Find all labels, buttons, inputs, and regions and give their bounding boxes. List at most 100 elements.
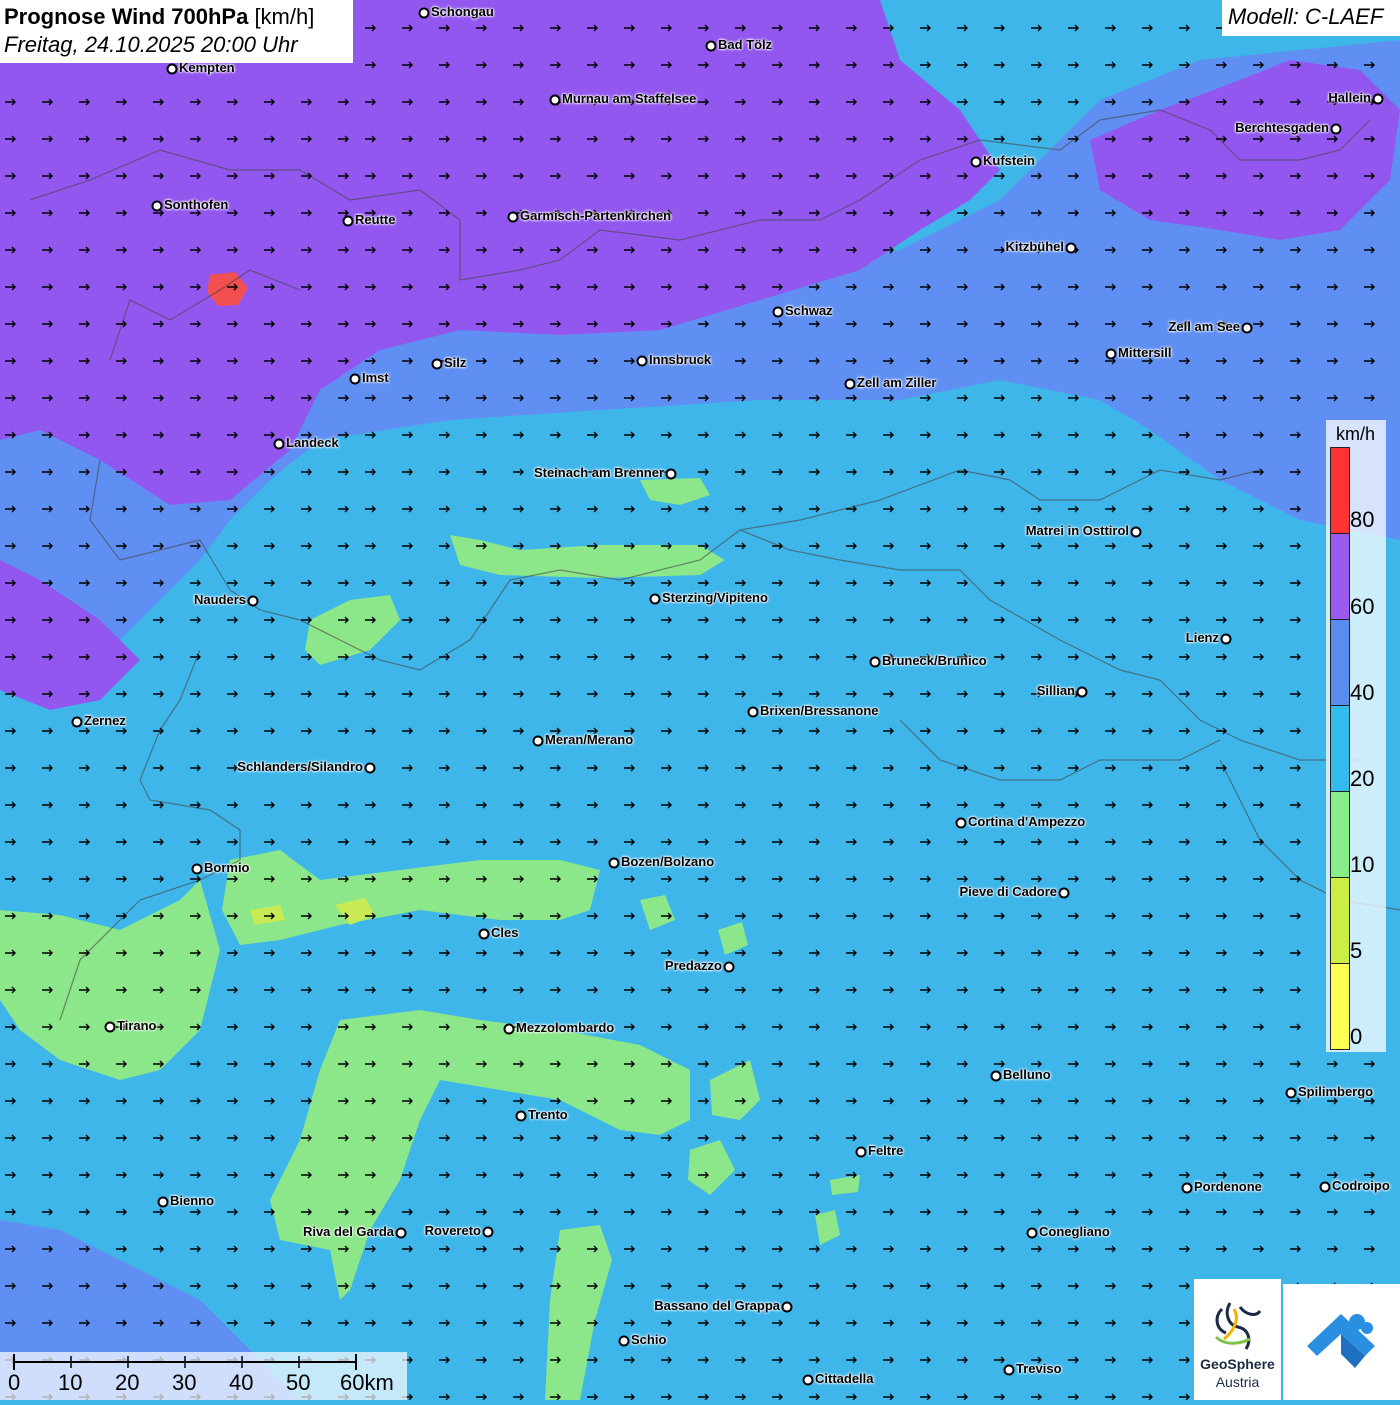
city-marker [395, 1227, 407, 1239]
city-label: Bormio [204, 860, 250, 875]
city-marker [636, 355, 648, 367]
legend-tick-label: 40 [1350, 680, 1375, 705]
legend-tick-label: 5 [1350, 938, 1363, 963]
city-label: Bassano del Grappa [654, 1298, 780, 1313]
city-label: Kufstein [983, 153, 1035, 168]
city-label: Innsbruck [649, 352, 712, 367]
legend-tick-label: 80 [1350, 507, 1375, 532]
city-label: Zell am Ziller [857, 375, 937, 390]
city-label: Cles [491, 925, 519, 940]
city-marker [532, 735, 544, 747]
app-logo [1283, 1284, 1400, 1400]
legend-color-segment [1330, 447, 1350, 534]
city-label: Landeck [286, 435, 339, 450]
city-marker [1372, 93, 1384, 105]
city-label: Belluno [1003, 1067, 1051, 1082]
city-marker [990, 1070, 1002, 1082]
city-marker [342, 215, 354, 227]
city-marker [431, 358, 443, 370]
city-label: Conegliano [1039, 1224, 1110, 1239]
city-marker [618, 1335, 630, 1347]
city-marker [844, 378, 856, 390]
title-main: Prognose Wind 700hPa [4, 4, 249, 29]
city-label: Schwaz [785, 303, 833, 318]
city-label: Sterzing/Vipiteno [662, 590, 768, 605]
city-label: Spilimbergo [1298, 1084, 1374, 1099]
city-marker [1220, 633, 1232, 645]
city-label: Bad Tölz [718, 37, 773, 52]
legend-unit: km/h [1336, 424, 1376, 444]
legend-color-segment [1330, 963, 1350, 1050]
city-marker [1285, 1087, 1297, 1099]
city-marker [1076, 686, 1088, 698]
scale-bar-label: 30 [172, 1370, 197, 1395]
city-marker [507, 211, 519, 223]
city-label: Schlanders/Silandro [237, 759, 363, 774]
city-marker [665, 468, 677, 480]
city-marker [1065, 242, 1077, 254]
city-label: Sonthofen [164, 197, 229, 212]
legend-color-segment [1330, 705, 1350, 792]
city-marker [478, 928, 490, 940]
legend-color-segment [1330, 619, 1350, 706]
city-label: Murnau am Staffelsee [562, 91, 697, 106]
city-marker [364, 762, 376, 774]
city-label: Mezzolombardo [516, 1020, 615, 1035]
city-label: Tirano [117, 1018, 157, 1033]
city-label: Zernez [84, 713, 126, 728]
city-marker [1330, 123, 1342, 135]
city-marker [970, 156, 982, 168]
scale-bar-label: 50 [286, 1370, 311, 1395]
model-label: Modell: C-LAEF [1222, 0, 1400, 36]
geosphere-sub: Austria [1215, 1374, 1260, 1390]
city-marker [802, 1374, 814, 1386]
scale-bar-label: 40 [229, 1370, 254, 1395]
legend-tick-label: 0 [1350, 1024, 1363, 1049]
city-marker [747, 706, 759, 718]
city-label: Feltre [868, 1143, 904, 1158]
city-label: Garmisch-Partenkirchen [520, 208, 672, 223]
city-label: Nauders [193, 592, 246, 607]
legend-tick-label: 10 [1350, 852, 1375, 877]
scale-bar-label: 10 [58, 1370, 83, 1395]
city-marker [781, 1301, 793, 1313]
city-marker [855, 1146, 867, 1158]
scale-bar-label: 20 [115, 1370, 140, 1395]
city-label: Berchtesgaden [1235, 120, 1329, 135]
city-label: Meran/Merano [545, 732, 634, 747]
city-label: Rovereto [424, 1223, 481, 1238]
city-label: Matrei in Osttirol [1025, 523, 1129, 538]
city-label: Bienno [170, 1193, 215, 1208]
city-marker [247, 595, 259, 607]
city-label: Bozen/Bolzano [621, 854, 715, 869]
city-marker [723, 961, 735, 973]
forecast-datetime: Freitag, 24.10.2025 20:00 Uhr [4, 32, 298, 57]
city-label: Schongau [431, 4, 494, 19]
legend-color-segment [1330, 533, 1350, 620]
city-marker [191, 863, 203, 875]
title-box: Prognose Wind 700hPa [km/h] Freitag, 24.… [0, 0, 353, 63]
city-marker [608, 857, 620, 869]
city-label: Treviso [1016, 1361, 1062, 1376]
city-marker [1105, 348, 1117, 360]
city-marker [503, 1023, 515, 1035]
legend-color-segment [1330, 791, 1350, 878]
city-label: Pieve di Cadore [959, 884, 1057, 899]
city-label: Riva del Garda [302, 1224, 394, 1239]
city-label: Zell am See [1168, 319, 1240, 334]
scale-bar-label: 60km [340, 1370, 394, 1395]
city-label: Codroipo [1332, 1178, 1390, 1193]
scale-bar-label: 0 [8, 1370, 21, 1395]
city-label: Brixen/Bressanone [760, 703, 879, 718]
city-marker [649, 593, 661, 605]
city-marker [104, 1021, 116, 1033]
city-marker [418, 7, 430, 19]
city-marker [1003, 1364, 1015, 1376]
title-unit: [km/h] [254, 4, 315, 29]
city-marker [273, 438, 285, 450]
legend-tick-label: 20 [1350, 766, 1375, 791]
city-marker [515, 1110, 527, 1122]
city-marker [705, 40, 717, 52]
city-marker [1130, 526, 1142, 538]
geosphere-name: GeoSphere [1200, 1356, 1275, 1372]
